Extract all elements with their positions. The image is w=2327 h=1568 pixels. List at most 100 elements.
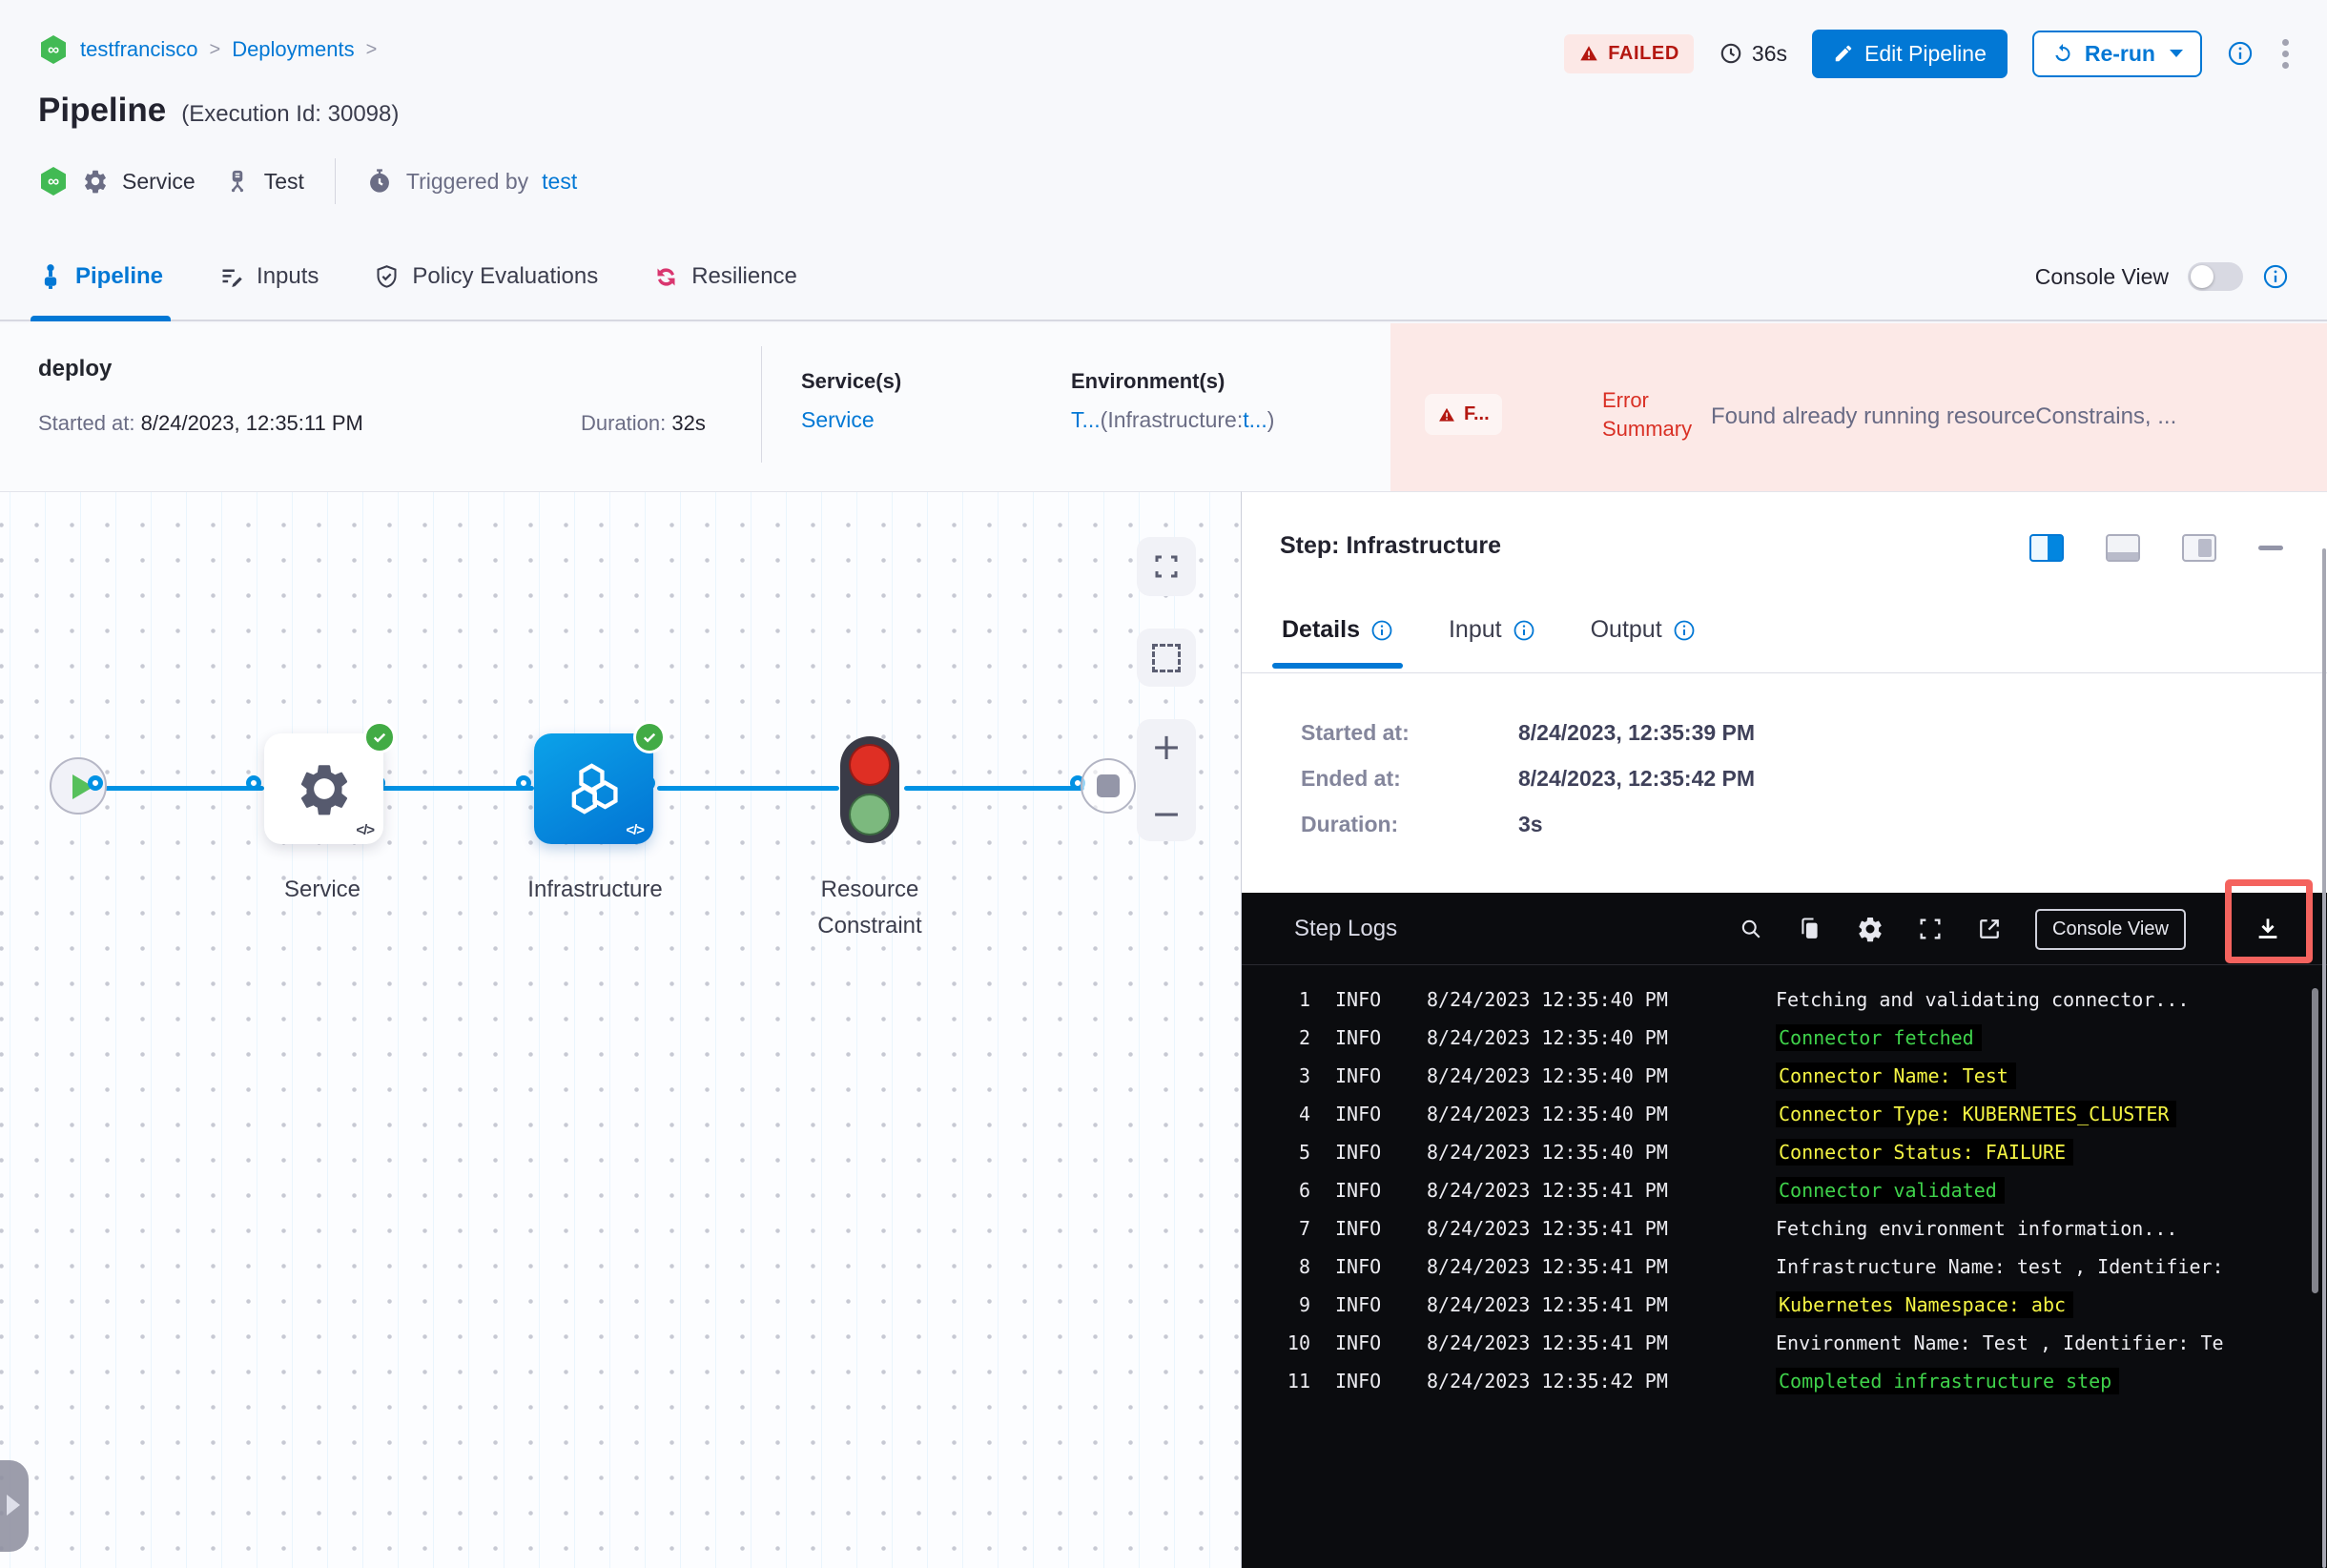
tab-resilience[interactable]: Resilience	[653, 234, 797, 320]
step-details-list: Started at: 8/24/2023, 12:35:39 PM Ended…	[1301, 719, 1755, 856]
triggered-by-user-link[interactable]: test	[542, 169, 577, 195]
chevron-right-icon	[7, 1495, 20, 1516]
log-line: 10 INFO 8/24/2023 12:35:41 PM Environmen…	[1242, 1324, 2327, 1362]
step-logs-header: Step Logs Console View	[1242, 879, 2327, 965]
search-icon[interactable]	[1738, 916, 1764, 942]
step-details-panel: Step: Infrastructure Details Input Outpu…	[1241, 491, 2327, 1568]
page-header: ∞ testfrancisco > Deployments > Pipeline…	[0, 0, 2327, 234]
node-label-service: Service	[283, 877, 361, 902]
detail-value: 8/24/2023, 12:35:39 PM	[1518, 719, 1756, 745]
zoom-in-button[interactable]: +	[1151, 729, 1182, 765]
header-actions: FAILED 36s Edit Pipeline Re-run	[1564, 27, 2293, 80]
tab-output[interactable]: Output	[1591, 616, 1696, 644]
tab-inputs[interactable]: Inputs	[218, 234, 319, 320]
open-in-new-tab-icon[interactable]	[1976, 916, 2003, 942]
breadcrumb-project-link[interactable]: testfrancisco	[80, 37, 198, 62]
tab-input[interactable]: Input	[1449, 616, 1535, 644]
layout-side-panel-button[interactable]	[2182, 534, 2216, 562]
environments-header: Environment(s)	[1071, 369, 1225, 393]
log-line: 8 INFO 8/24/2023 12:35:41 PM Infrastruct…	[1242, 1248, 2327, 1286]
zoom-out-button[interactable]: −	[1151, 795, 1182, 832]
tab-details[interactable]: Details	[1272, 616, 1403, 669]
log-level: INFO	[1335, 1103, 1382, 1125]
breadcrumb-separator: >	[365, 38, 378, 60]
stage-started-at: Started at: 8/24/2023, 12:35:11 PM	[38, 411, 363, 435]
code-icon: </>	[356, 822, 375, 838]
environment-name-label: Test	[263, 168, 304, 194]
services-block: Service(s) Service	[801, 369, 901, 433]
node-label-resource-constraint: Resource Constraint	[817, 877, 922, 939]
execution-id: (Execution Id: 30098)	[181, 101, 400, 127]
fullscreen-icon[interactable]	[1917, 916, 1944, 942]
log-timestamp: 8/24/2023 12:35:41 PM	[1427, 1331, 1668, 1354]
environment-detail-prefix: (Infrastructure:	[1100, 407, 1244, 432]
log-line: 2 INFO 8/24/2023 12:35:40 PM Connector f…	[1242, 1019, 2327, 1057]
log-level: INFO	[1335, 988, 1382, 1011]
log-line-number: 7	[1298, 1217, 1310, 1240]
detail-row-ended: Ended at: 8/24/2023, 12:35:42 PM	[1301, 765, 1755, 792]
end-node[interactable]	[1081, 758, 1136, 814]
elapsed-time-value: 36s	[1751, 40, 1788, 66]
graph-edge	[81, 786, 264, 791]
status-badge: FAILED	[1564, 33, 1694, 73]
copy-icon[interactable]	[1797, 916, 1823, 942]
log-level: INFO	[1335, 1179, 1382, 1202]
environments-block: Environment(s) T...(Infrastructure:t...)	[1071, 369, 1274, 433]
error-badge-label: F...	[1464, 403, 1490, 424]
console-view-button[interactable]: Console View	[2035, 908, 2186, 950]
node-infrastructure[interactable]: </>	[534, 721, 666, 844]
harness-cd-icon: ∞	[38, 34, 69, 65]
tab-policy-evaluations-label: Policy Evaluations	[412, 263, 599, 289]
breadcrumb-deployments-link[interactable]: Deployments	[232, 37, 354, 62]
service-gear-icon	[82, 168, 109, 195]
layout-split-vertical-button[interactable]	[2029, 534, 2064, 562]
minimize-panel-button[interactable]	[2258, 546, 2283, 550]
layout-split-horizontal-button[interactable]	[2106, 534, 2140, 562]
info-icon[interactable]	[2262, 263, 2289, 290]
stage-name: deploy	[38, 356, 113, 382]
tab-policy-evaluations[interactable]: Policy Evaluations	[374, 234, 598, 320]
log-message: Completed infrastructure step	[1776, 1368, 2120, 1394]
error-summary-section: F... Error Summary Found already running…	[1390, 323, 2327, 491]
rerun-button[interactable]: Re-run	[2031, 30, 2202, 77]
download-logs-button[interactable]	[2241, 908, 2295, 950]
view-tabs-bar: Pipeline Inputs Policy Evaluations Resil…	[0, 234, 2327, 321]
tab-resilience-label: Resilience	[691, 263, 797, 289]
info-icon[interactable]	[1513, 619, 1535, 642]
step-logs-console: Step Logs Console View 1 INFO 8/24/2023 …	[1242, 879, 2327, 1568]
info-icon[interactable]	[2227, 40, 2254, 67]
node-service[interactable]: </>	[264, 721, 396, 844]
info-icon[interactable]	[1673, 619, 1696, 642]
settings-gear-icon[interactable]	[1856, 915, 1884, 943]
edit-pipeline-button[interactable]: Edit Pipeline	[1812, 29, 2008, 78]
log-timestamp: 8/24/2023 12:35:41 PM	[1427, 1217, 1668, 1240]
more-options-menu[interactable]	[2278, 35, 2293, 72]
console-scrollbar[interactable]	[2312, 988, 2318, 1293]
tab-pipeline[interactable]: Pipeline	[30, 234, 172, 321]
log-message: Environment Name: Test , Identifier: Te	[1776, 1331, 2224, 1354]
left-panel-expander[interactable]	[0, 1460, 29, 1552]
log-line-number: 10	[1287, 1331, 1310, 1354]
clock-icon	[1719, 41, 1743, 66]
console-view-toggle[interactable]	[2188, 262, 2243, 291]
service-link[interactable]: Service	[801, 407, 875, 432]
detail-row-started: Started at: 8/24/2023, 12:35:39 PM	[1301, 719, 1755, 746]
environment-link[interactable]: T...	[1071, 407, 1101, 432]
log-line-number: 6	[1298, 1179, 1310, 1202]
infrastructure-link[interactable]: t...	[1243, 407, 1267, 432]
harness-cd-icon: ∞	[38, 166, 69, 196]
log-message: Connector fetched	[1776, 1024, 1982, 1051]
edge-port	[246, 775, 261, 791]
edge-port	[88, 775, 103, 791]
status-badge-label: FAILED	[1608, 42, 1679, 64]
node-resource-constraint[interactable]	[840, 736, 899, 843]
log-line-number: 5	[1298, 1141, 1310, 1164]
canvas-fullscreen-button[interactable]	[1137, 537, 1196, 596]
info-icon[interactable]	[1370, 619, 1393, 642]
console-view-control: Console View	[2035, 234, 2289, 320]
pipeline-graph-canvas[interactable]: </> </> Service Infrastructure Resource …	[0, 491, 1241, 1568]
page-scrollbar[interactable]	[2322, 548, 2326, 1568]
canvas-marquee-select-button[interactable]	[1137, 629, 1196, 687]
triggered-by-label: Triggered by	[405, 168, 529, 194]
graph-edge	[381, 786, 534, 791]
